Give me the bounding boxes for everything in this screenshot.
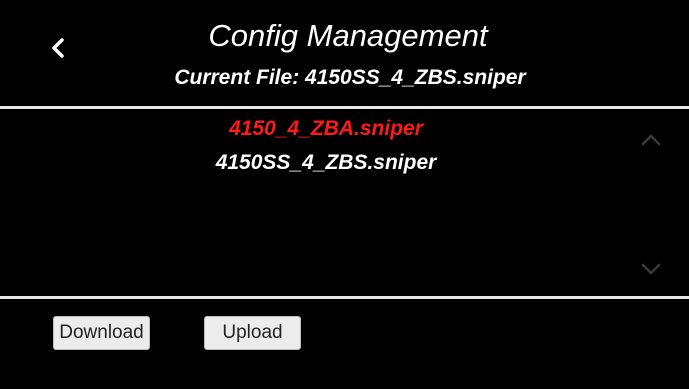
file-list-item[interactable]: 4150_4_ZBA.sniper [0,115,652,143]
config-management-screen: Config Management Current File: 4150SS_4… [0,0,689,389]
scroll-up-button[interactable] [636,129,666,151]
chevron-down-icon [641,263,661,275]
download-button[interactable]: Download [53,316,150,350]
file-list-item[interactable]: 4150SS_4_ZBS.sniper [0,149,652,177]
chevron-up-icon [641,134,661,146]
page-title: Config Management [208,18,488,53]
current-file-label: Current File: 4150SS_4_ZBS.sniper [174,66,526,89]
upload-button[interactable]: Upload [204,316,301,350]
header: Config Management Current File: 4150SS_4… [0,0,689,106]
scroll-down-button[interactable] [636,258,666,280]
footer-toolbar: Download Upload [0,299,689,389]
file-list[interactable]: 4150_4_ZBA.sniper 4150SS_4_ZBS.sniper [0,109,689,296]
